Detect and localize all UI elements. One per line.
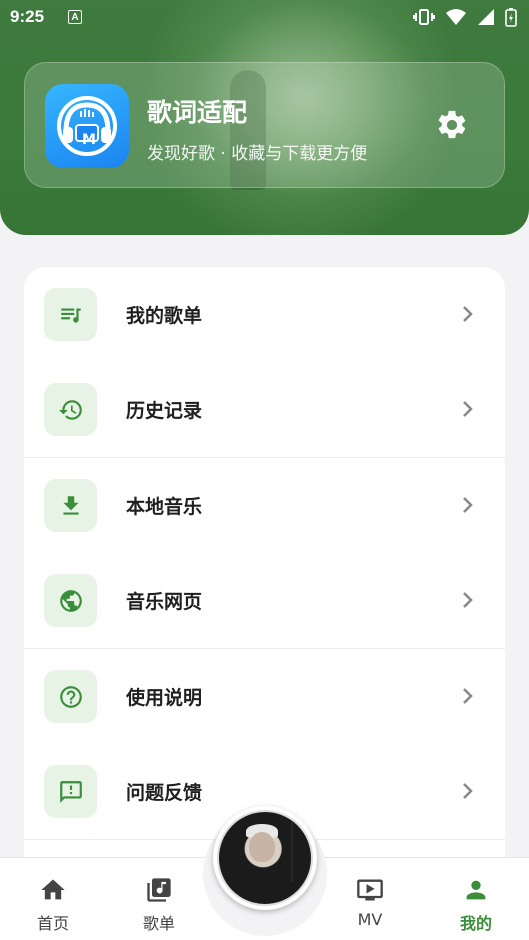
settings-button[interactable] xyxy=(432,105,472,145)
nav-item-mv[interactable]: MV xyxy=(317,858,423,940)
download-icon xyxy=(44,479,97,532)
gear-icon xyxy=(438,110,466,139)
header-banner: 9:25 A M 歌词适配 发现好歌 · 收藏与下载更方便 xyxy=(0,0,529,235)
chevron-right-icon xyxy=(463,783,473,799)
menu-item-my-playlists[interactable]: 我的歌单 xyxy=(24,267,505,362)
menu-label: 本地音乐 xyxy=(126,496,203,518)
nav-item-playlists[interactable]: 歌单 xyxy=(106,858,212,940)
cover-calligraphy xyxy=(291,822,303,882)
home-icon xyxy=(39,875,67,905)
chevron-right-icon xyxy=(463,401,473,417)
menu-label: 音乐网页 xyxy=(126,591,203,613)
app-tagline: 发现好歌 · 收藏与下载更方便 xyxy=(147,144,368,164)
menu-label: 历史记录 xyxy=(126,400,203,422)
vibrate-icon xyxy=(413,8,435,26)
tv-play-icon xyxy=(355,875,385,905)
nav-item-home[interactable]: 首页 xyxy=(0,858,106,940)
wifi-icon xyxy=(445,8,467,26)
menu-item-music-web[interactable]: 音乐网页 xyxy=(24,553,505,648)
menu-item-instructions[interactable]: 使用说明 xyxy=(24,649,505,744)
now-playing-disc[interactable] xyxy=(213,806,317,910)
feedback-icon xyxy=(44,765,97,818)
chevron-right-icon xyxy=(463,306,473,322)
album-cover xyxy=(217,810,313,906)
status-icons xyxy=(413,7,517,27)
battery-charging-icon xyxy=(505,7,517,27)
menu-item-history[interactable]: 历史记录 xyxy=(24,362,505,457)
menu-label: 问题反馈 xyxy=(126,782,203,804)
menu-item-local-music[interactable]: 本地音乐 xyxy=(24,458,505,553)
nav-label: 歌单 xyxy=(142,914,175,933)
nav-label: MV xyxy=(357,910,383,929)
logo-letter: M xyxy=(82,132,96,148)
menu-label: 使用说明 xyxy=(126,687,203,709)
help-circle-icon xyxy=(44,670,97,723)
status-bar: 9:25 A xyxy=(0,0,529,36)
headphones-logo-icon: M xyxy=(45,84,129,168)
menu-label: 我的歌单 xyxy=(126,305,203,327)
chevron-right-icon xyxy=(463,592,473,608)
person-icon xyxy=(462,875,490,905)
globe-icon xyxy=(44,574,97,627)
status-time: 9:25 xyxy=(10,7,45,26)
app-name: 歌词适配 xyxy=(147,98,248,127)
chevron-right-icon xyxy=(463,688,473,704)
playlist-icon xyxy=(44,288,97,341)
notification-icon: A xyxy=(68,10,82,24)
signal-icon xyxy=(477,8,495,26)
nav-item-mine[interactable]: 我的 xyxy=(423,858,529,940)
nav-label: 首页 xyxy=(36,914,69,933)
chevron-right-icon xyxy=(463,497,473,513)
music-note-icon xyxy=(145,875,173,905)
history-icon xyxy=(44,383,97,436)
profile-card[interactable]: M 歌词适配 发现好歌 · 收藏与下载更方便 xyxy=(24,62,505,188)
nav-label: 我的 xyxy=(459,914,492,933)
cover-face xyxy=(249,832,275,862)
